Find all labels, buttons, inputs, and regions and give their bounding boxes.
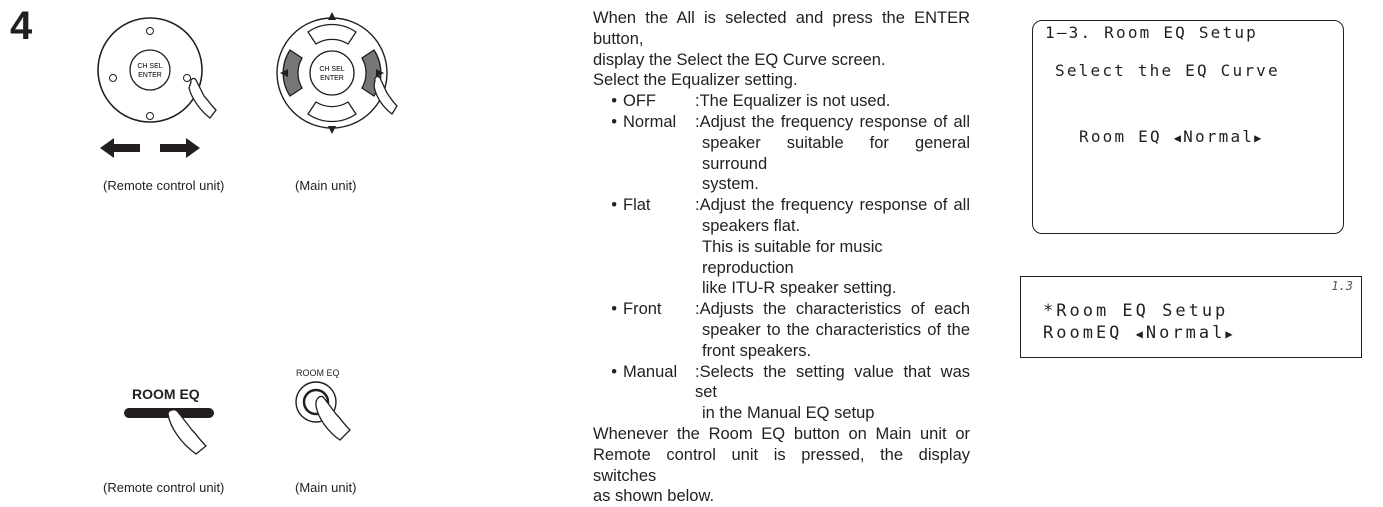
- option-manual: • Manual :Selects the setting value that …: [611, 362, 970, 423]
- remote-top-caption: (Remote control unit): [103, 178, 225, 193]
- osd-subtitle: Select the EQ Curve: [1055, 61, 1280, 80]
- front-panel-display: 1.3 *Room EQ Setup RoomEQ ◀Normal▶: [1020, 276, 1362, 358]
- outro-line-2: Remote control unit is pressed, the disp…: [593, 445, 970, 485]
- main-ch-sel-illustration: CH SEL ENTER: [276, 12, 398, 134]
- remote-knob-label-2: ENTER: [138, 72, 162, 79]
- front-display-line-2: RoomEQ ◀Normal▶: [1043, 323, 1236, 343]
- intro-line-3: Select the Equalizer setting.: [593, 71, 798, 90]
- front-display-index: 1.3: [1331, 279, 1353, 293]
- intro-line-2: display the Select the EQ Curve screen.: [593, 50, 886, 69]
- remote-bottom-caption: (Remote control unit): [103, 480, 225, 495]
- main-knob-label-2: ENTER: [320, 75, 344, 82]
- front-display-label: RoomEQ: [1043, 323, 1123, 343]
- osd-setting-label: Room EQ: [1079, 127, 1162, 146]
- option-name: OFF: [623, 92, 656, 111]
- osd-screen: 1–3. Room EQ Setup Select the EQ Curve R…: [1032, 20, 1344, 234]
- instruction-text: When the All is selected and press the E…: [593, 8, 970, 507]
- osd-title: 1–3. Room EQ Setup: [1045, 23, 1258, 42]
- option-name: Manual: [623, 362, 678, 381]
- front-display-line-1: *Room EQ Setup: [1043, 301, 1229, 321]
- remote-knob-label-1: CH SEL: [137, 63, 162, 70]
- osd-setting-value: Normal: [1183, 127, 1255, 146]
- chevron-right-icon: ▶: [1254, 131, 1264, 145]
- option-off: • OFF :The Equalizer is not used.: [611, 92, 891, 111]
- option-name: Front: [623, 300, 662, 319]
- outro-line-1: Whenever the Room EQ button on Main unit…: [593, 424, 970, 443]
- step-number: 4: [10, 4, 33, 48]
- option-flat: • Flat :Adjust the frequency response of …: [611, 196, 970, 298]
- main-knob-label-1: CH SEL: [319, 66, 344, 73]
- main-top-caption: (Main unit): [295, 178, 357, 193]
- main-room-eq-illustration: [295, 381, 351, 441]
- remote-room-eq-label: ROOM EQ: [132, 386, 200, 402]
- option-normal: • Normal :Adjust the frequency response o…: [611, 112, 970, 194]
- osd-setting-row: Room EQ ◀Normal▶: [1079, 127, 1264, 146]
- main-room-eq-label: ROOM EQ: [296, 368, 340, 378]
- chevron-right-icon: ▶: [1225, 327, 1236, 341]
- option-name: Flat: [623, 196, 651, 215]
- chevron-left-icon: ◀: [1173, 131, 1184, 145]
- main-bottom-caption: (Main unit): [295, 480, 357, 495]
- equalizer-options-list: • OFF :The Equalizer is not used. • Normal…: [593, 91, 970, 424]
- option-name: Normal: [623, 112, 677, 131]
- remote-room-eq-illustration: [124, 408, 214, 455]
- intro-line-1: When the All is selected and press the E…: [593, 9, 970, 48]
- chevron-left-icon: ◀: [1135, 327, 1146, 341]
- option-front: • Front :Adjusts the characteristics of e…: [611, 300, 970, 360]
- front-display-value: Normal: [1145, 323, 1226, 343]
- remote-ch-sel-illustration: CH SEL ENTER: [97, 17, 217, 158]
